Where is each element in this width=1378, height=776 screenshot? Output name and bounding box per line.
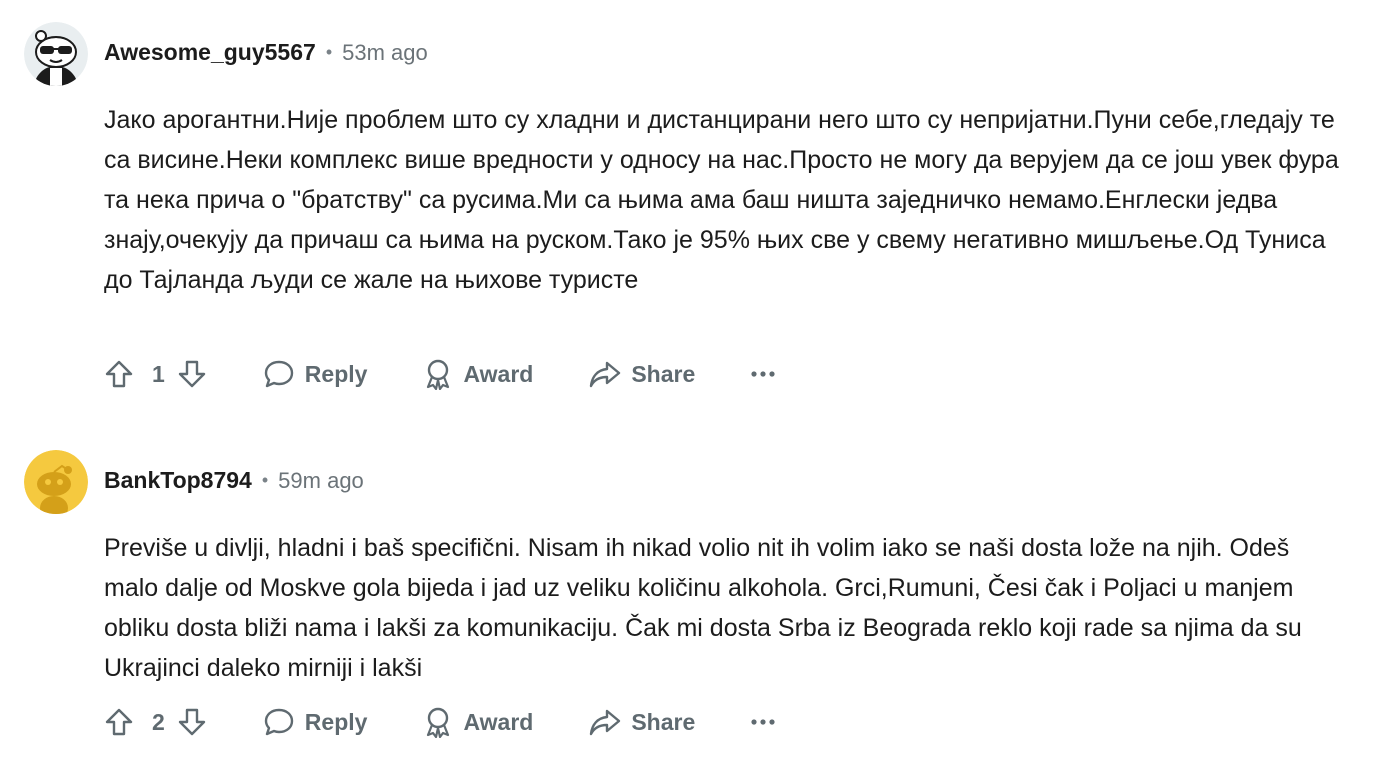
comment-body: Јако арогантни.Није проблем што су хладн… <box>104 106 1339 294</box>
timestamp[interactable]: 53m ago <box>342 40 428 66</box>
avatar[interactable] <box>24 450 88 514</box>
meta-separator: • <box>261 470 269 490</box>
upvote-icon[interactable] <box>104 707 134 737</box>
reply-label: Reply <box>304 360 368 387</box>
reply-label: Reply <box>304 708 368 735</box>
comment-meta: Awesome_guy5567 • 53m ago <box>104 39 428 66</box>
comment-body: Previše u divlji, hladni i baš specifičn… <box>104 534 1302 682</box>
more-options-button[interactable] <box>751 718 785 726</box>
vote-control: 1 <box>104 359 207 389</box>
award-label: Award <box>463 708 534 735</box>
comment-bubble-icon <box>264 360 293 388</box>
more-icon <box>751 371 775 377</box>
comment-bubble-icon <box>264 708 293 736</box>
award-label: Award <box>463 360 534 387</box>
username[interactable]: BankTop8794 <box>104 467 252 494</box>
upvote-icon[interactable] <box>104 359 134 389</box>
comment-header: Awesome_guy5567 • 53m ago <box>0 22 1378 86</box>
vote-score: 1 <box>152 360 165 387</box>
more-icon <box>751 719 775 725</box>
share-label: Share <box>631 708 696 735</box>
vote-control: 2 <box>104 707 207 737</box>
share-label: Share <box>631 360 696 387</box>
share-icon <box>590 709 621 736</box>
more-options-button[interactable] <box>751 370 785 378</box>
award-button[interactable]: Award <box>423 358 533 390</box>
username[interactable]: Awesome_guy5567 <box>104 39 316 66</box>
avatar[interactable] <box>24 22 88 86</box>
award-icon <box>427 707 450 738</box>
downvote-icon[interactable] <box>177 707 207 737</box>
share-button[interactable]: Share <box>589 360 695 388</box>
comment-header: BankTop8794 • 59m ago <box>0 450 1378 514</box>
comment: BankTop8794 • 59m ago Previše u divlji, … <box>0 450 1378 738</box>
reply-button[interactable]: Reply <box>263 707 368 737</box>
comment-actions: 2 Reply Award Share <box>104 706 785 738</box>
comment: Awesome_guy5567 • 53m ago Јако арогантни… <box>0 22 1378 390</box>
share-button[interactable]: Share <box>589 708 695 736</box>
vote-score: 2 <box>152 708 165 735</box>
award-button[interactable]: Award <box>423 706 533 738</box>
share-icon <box>590 361 621 388</box>
comment-actions: 1 Reply Award Share <box>104 358 785 390</box>
reply-button[interactable]: Reply <box>263 359 368 389</box>
comment-meta: BankTop8794 • 59m ago <box>104 467 364 494</box>
award-icon <box>427 359 450 390</box>
timestamp[interactable]: 59m ago <box>278 468 364 494</box>
downvote-icon[interactable] <box>177 359 207 389</box>
meta-separator: • <box>325 42 333 62</box>
